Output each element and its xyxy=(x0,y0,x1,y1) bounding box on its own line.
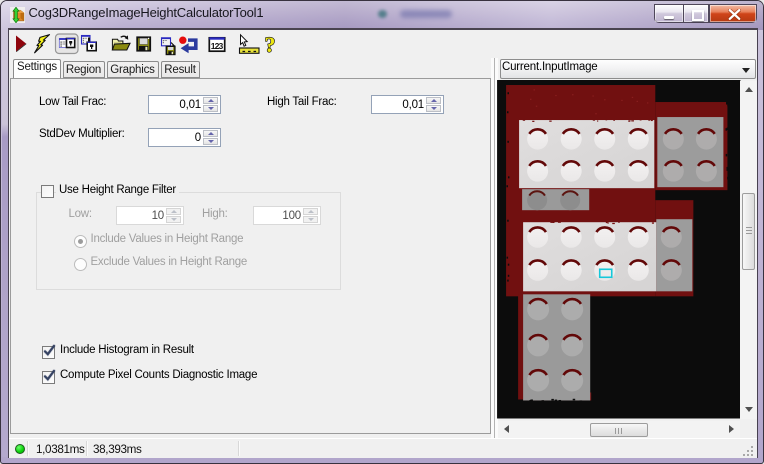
svg-text:?: ? xyxy=(265,32,276,57)
svg-text:123: 123 xyxy=(211,41,224,51)
